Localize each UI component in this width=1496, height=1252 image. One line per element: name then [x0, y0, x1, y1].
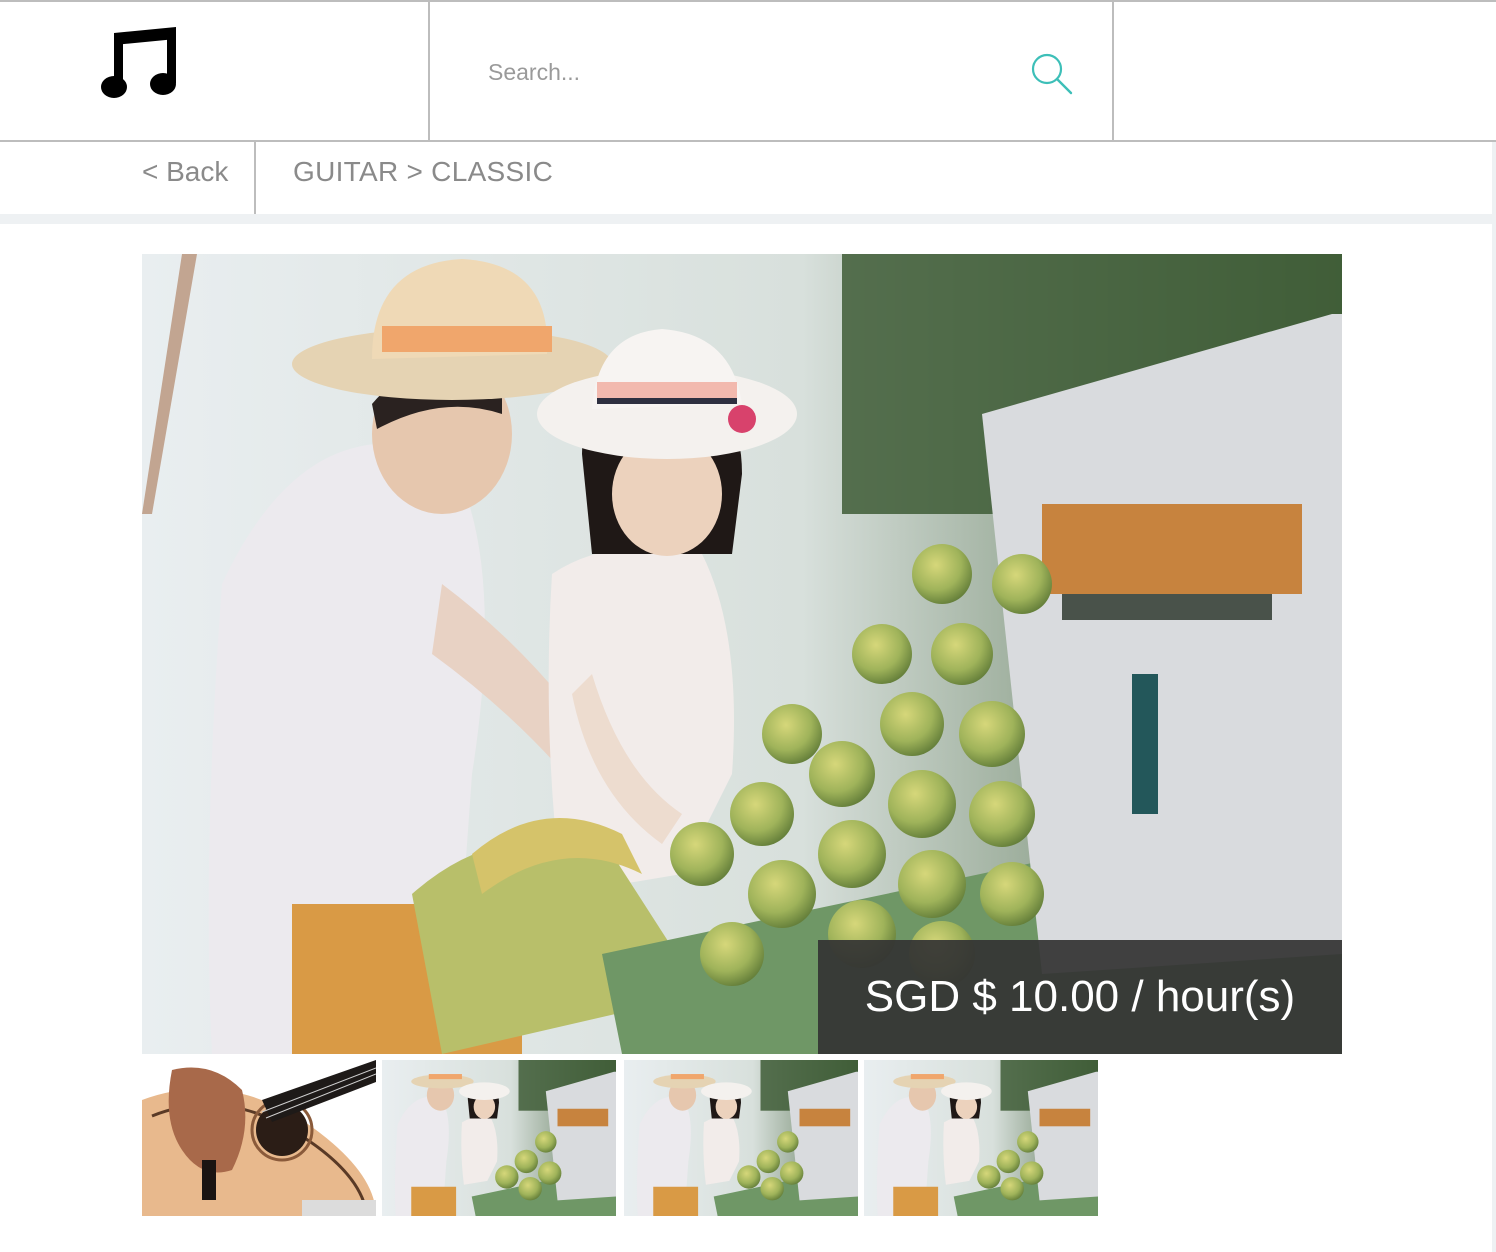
price-badge: SGD $ 10.00 / hour(s) [818, 940, 1342, 1054]
couple-fruit-market-photo [624, 1060, 858, 1216]
page-right-edge [1492, 142, 1496, 1252]
thumb-guitar[interactable] [142, 1060, 376, 1216]
header-right-cell [1114, 2, 1496, 140]
music-notes-icon[interactable] [100, 27, 182, 101]
back-link[interactable]: < Back [142, 156, 228, 196]
breadcrumb: GUITAR > CLASSIC [293, 156, 553, 188]
thumb-couple-1[interactable] [382, 1060, 616, 1216]
thumb-couple-2[interactable] [624, 1060, 858, 1216]
couple-fruit-market-photo [864, 1060, 1098, 1216]
acoustic-guitar-photo [142, 1060, 376, 1216]
search-icon[interactable] [1030, 52, 1074, 96]
thumb-couple-3[interactable] [864, 1060, 1098, 1216]
breadcrumb-separator: > [406, 156, 424, 187]
search-cell [430, 2, 1114, 140]
breadcrumb-item-guitar[interactable]: GUITAR [293, 156, 399, 187]
breadcrumb-item-classic[interactable]: CLASSIC [431, 156, 553, 187]
search-input[interactable] [486, 46, 1010, 98]
top-header [0, 0, 1496, 142]
main-listing-image[interactable] [142, 254, 1342, 1054]
logo-cell [0, 2, 430, 140]
breadcrumb-divider [254, 142, 256, 214]
header-divider-strip [0, 214, 1496, 224]
couple-fruit-market-photo [382, 1060, 616, 1216]
couple-fruit-market-photo [142, 254, 1342, 1054]
breadcrumb-bar: < Back GUITAR > CLASSIC [0, 142, 1496, 214]
